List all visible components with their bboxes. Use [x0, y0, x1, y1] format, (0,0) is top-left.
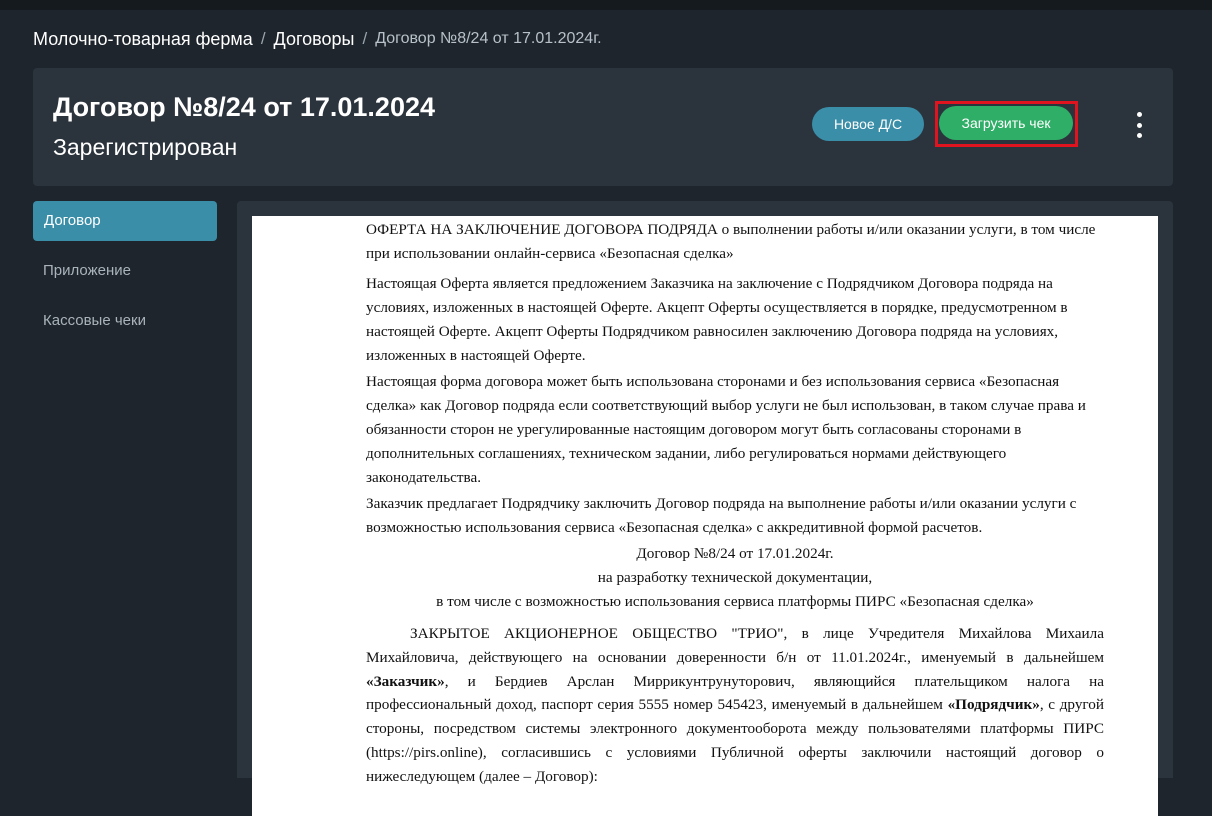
contract-header: Договор №8/24 от 17.01.2024 Зарегистриро…: [33, 68, 1173, 186]
kebab-dot: [1136, 122, 1142, 128]
document-heading: ОФЕРТА НА ЗАКЛЮЧЕНИЕ ДОГОВОРА ПОДРЯДА о …: [366, 221, 1096, 262]
contract-body: ЗАКРЫТОЕ АКЦИОНЕРНОЕ ОБЩЕСТВО "ТРИО", в …: [366, 622, 1104, 789]
body-text: ЗАКРЫТОЕ АКЦИОНЕРНОЕ ОБЩЕСТВО "ТРИО", в …: [366, 625, 1104, 666]
document-panel: ОФЕРТА НА ЗАКЛЮЧЕНИЕ ДОГОВОРА ПОДРЯДА о …: [237, 201, 1173, 816]
document-page[interactable]: ОФЕРТА НА ЗАКЛЮЧЕНИЕ ДОГОВОРА ПОДРЯДА о …: [252, 216, 1158, 816]
document-paragraph: Заказчик предлагает Подрядчику заключить…: [366, 495, 1077, 536]
sidebar-item-receipts[interactable]: Кассовые чеки: [33, 301, 217, 341]
breadcrumb-separator: /: [260, 29, 266, 48]
breadcrumb-farm[interactable]: Молочно-товарная ферма: [33, 29, 253, 50]
new-ds-button[interactable]: Новое Д/С: [812, 107, 924, 141]
kebab-dot: [1136, 133, 1142, 138]
breadcrumb-contracts[interactable]: Договоры: [274, 29, 355, 50]
sidebar: Договор Приложение Кассовые чеки: [33, 201, 217, 351]
contractor-term: «Подрядчик»: [947, 696, 1040, 714]
document-paragraph: Настоящая форма договора может быть испо…: [366, 373, 1086, 486]
document-text: ОФЕРТА НА ЗАКЛЮЧЕНИЕ ДОГОВОРА ПОДРЯДА о …: [366, 218, 1104, 791]
kebab-dot: [1136, 112, 1142, 117]
upload-receipt-button[interactable]: Загрузить чек: [939, 106, 1073, 140]
page-title: Договор №8/24 от 17.01.2024: [53, 92, 435, 122]
breadcrumb-separator: /: [362, 29, 368, 48]
customer-term: «Заказчик»: [366, 672, 445, 690]
more-menu-icon[interactable]: [1129, 112, 1149, 138]
document-paragraph: Настоящая Оферта является предложением З…: [366, 275, 1068, 364]
contract-subtitle: в том числе с возможностью использования…: [436, 593, 1034, 610]
sidebar-item-attachment[interactable]: Приложение: [33, 251, 217, 291]
contract-status: Зарегистрирован: [53, 134, 238, 160]
breadcrumb: Молочно-товарная ферма / Договоры / Дого…: [33, 27, 602, 51]
top-bar: [0, 0, 1212, 10]
contract-title: Договор №8/24 от 17.01.2024г.: [636, 545, 834, 562]
breadcrumb-current: Договор №8/24 от 17.01.2024г.: [375, 30, 602, 47]
sidebar-item-contract[interactable]: Договор: [33, 201, 217, 241]
contract-subject: на разработку технической документации,: [597, 569, 873, 586]
